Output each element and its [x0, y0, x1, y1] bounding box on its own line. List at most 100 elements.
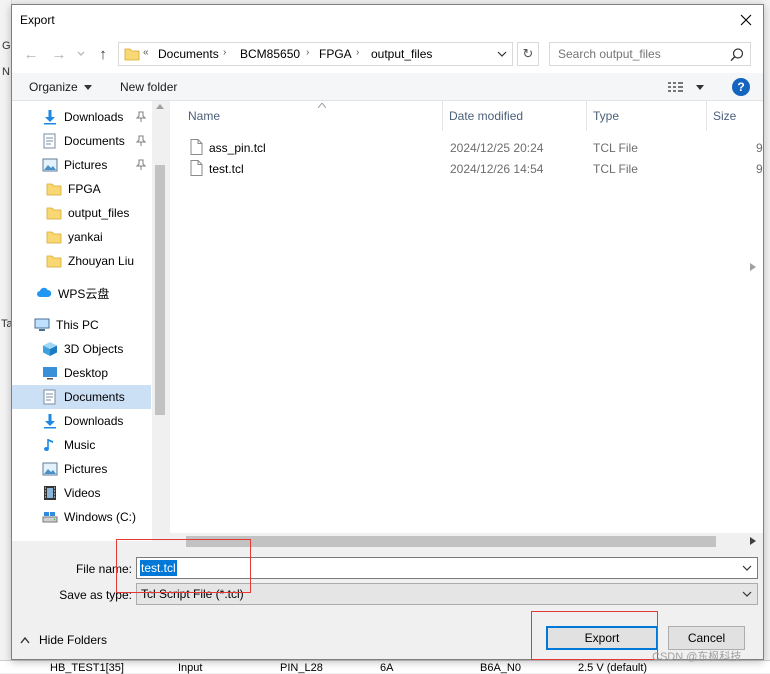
recent-locations-button[interactable] — [72, 45, 90, 63]
background-cell: 2.5 V (default) — [578, 662, 648, 674]
sidebar-item-label: Zhouyan Liu — [68, 254, 135, 268]
column-header-label: Date modified — [449, 109, 524, 123]
file-name: test.tcl — [209, 162, 244, 176]
sidebar-item-label: FPGA — [68, 182, 101, 196]
chevron-down-icon — [742, 591, 752, 597]
sidebar-item-label: Pictures — [64, 462, 108, 476]
help-icon[interactable]: ? — [732, 78, 750, 96]
organize-button[interactable]: Organize — [29, 80, 92, 94]
chevron-down-icon — [696, 84, 704, 90]
hide-folders-button[interactable]: Hide Folders — [20, 633, 107, 647]
sidebar-item-pictures[interactable]: Pictures — [12, 457, 151, 481]
breadcrumb-documents[interactable]: Documents — [158, 47, 219, 61]
address-bar[interactable]: « Documents › BCM85650 › FPGA › output_f… — [118, 42, 513, 66]
column-divider[interactable] — [586, 101, 587, 131]
sidebar-item-label: Documents — [64, 134, 125, 148]
column-header-name[interactable]: Name — [188, 101, 448, 131]
download-arrow-icon — [42, 413, 58, 429]
sidebar-item-music[interactable]: Music — [12, 433, 151, 457]
sidebar-item-yankai[interactable]: yankai — [12, 225, 151, 249]
refresh-icon: ↻ — [522, 46, 534, 61]
column-divider[interactable] — [706, 101, 707, 131]
sidebar-item-desktop[interactable]: Desktop — [12, 361, 151, 385]
sidebar-item-zhouyan-liu[interactable]: Zhouyan Liu — [12, 249, 151, 273]
hide-folders-label: Hide Folders — [39, 633, 108, 647]
back-button[interactable]: ← — [22, 45, 40, 63]
sidebar-item-3d-objects[interactable]: 3D Objects — [12, 337, 151, 361]
sidebar-item-downloads[interactable]: Downloads — [12, 409, 151, 433]
breadcrumb-bcm85650[interactable]: BCM85650 — [240, 47, 300, 61]
command-toolbar: Organize New folder ? — [12, 73, 763, 101]
new-folder-button[interactable]: New folder — [120, 80, 177, 94]
cube-icon — [42, 341, 58, 357]
file-row[interactable]: test.tcl 2024/12/26 14:54 TCL File 9 — [170, 158, 763, 179]
background-label: N — [2, 66, 10, 78]
horizontal-scrollbar-thumb[interactable] — [186, 536, 716, 547]
sidebar-item-output-files[interactable]: output_files — [12, 201, 151, 225]
search-icon[interactable] — [728, 46, 746, 64]
forward-button[interactable]: → — [50, 45, 68, 63]
scroll-up-icon[interactable] — [156, 104, 164, 109]
sidebar-item-documents[interactable]: Documents — [12, 385, 151, 409]
scroll-right-hint-icon — [750, 263, 756, 271]
pictures-icon — [42, 461, 58, 477]
column-divider[interactable] — [442, 101, 443, 131]
breadcrumb-fpga[interactable]: FPGA — [319, 47, 352, 61]
documents-icon — [42, 133, 58, 149]
chevron-up-icon — [20, 636, 30, 644]
chevron-down-icon[interactable] — [741, 562, 753, 574]
close-button[interactable] — [730, 5, 762, 35]
breadcrumb-output-files[interactable]: output_files — [371, 47, 432, 61]
sidebar-item-label: output_files — [68, 206, 130, 220]
view-options-button[interactable] — [668, 81, 704, 93]
search-box[interactable] — [549, 42, 751, 66]
annotation-box-export — [531, 611, 658, 660]
sidebar-item-label: Downloads — [64, 110, 124, 124]
file-size: 9 — [756, 141, 763, 155]
column-header-type[interactable]: Type — [593, 101, 703, 131]
file-list-horizontal-scrollbar[interactable] — [170, 533, 763, 550]
sidebar-item-windows-c-[interactable]: Windows (C:) — [12, 505, 151, 529]
background-cell: Input — [178, 662, 203, 674]
navigation-scrollbar-thumb[interactable] — [155, 165, 165, 415]
chevron-down-icon[interactable] — [497, 51, 507, 58]
refresh-button[interactable]: ↻ — [517, 42, 539, 66]
breadcrumb-separator-icon[interactable]: › — [223, 47, 226, 58]
documents-icon — [42, 389, 58, 405]
sidebar-item-downloads[interactable]: Downloads — [12, 105, 151, 129]
desktop-icon — [42, 365, 58, 381]
sidebar-item-videos[interactable]: Videos — [12, 481, 151, 505]
breadcrumb-overflow[interactable]: « — [143, 47, 149, 58]
sidebar-item-label: yankai — [68, 230, 103, 244]
search-input[interactable] — [556, 46, 726, 62]
sidebar-item-label: Desktop — [64, 366, 109, 380]
cancel-button[interactable]: Cancel — [668, 626, 745, 650]
column-header-size[interactable]: Size — [713, 101, 753, 131]
up-button[interactable]: ↑ — [94, 45, 112, 63]
download-arrow-icon — [42, 109, 58, 125]
column-header-date-modified[interactable]: Date modified — [449, 101, 589, 131]
breadcrumb-separator-icon[interactable]: › — [306, 47, 309, 58]
chevron-down-icon — [77, 51, 85, 56]
sidebar-item-wps云盘[interactable]: WPS云盘 — [12, 281, 151, 305]
folder-icon — [124, 48, 140, 61]
breadcrumb-separator-icon[interactable]: › — [356, 47, 359, 58]
scroll-right-icon[interactable] — [750, 537, 756, 545]
folder-icon — [46, 181, 62, 197]
folder-icon — [46, 205, 62, 221]
sidebar-item-documents[interactable]: Documents — [12, 129, 151, 153]
sidebar-item-label: WPS云盘 — [58, 286, 110, 301]
sidebar-item-label: Windows (C:) — [64, 510, 137, 524]
organize-label: Organize — [29, 80, 78, 94]
sidebar-item-pictures[interactable]: Pictures — [12, 153, 151, 177]
file-date: 2024/12/26 14:54 — [450, 162, 544, 176]
pin-icon — [135, 159, 147, 171]
file-row[interactable]: ass_pin.tcl 2024/12/25 20:24 TCL File 9 — [170, 137, 763, 158]
sidebar-item-label: Videos — [64, 486, 101, 500]
column-header-label: Name — [188, 109, 221, 123]
sidebar-item-fpga[interactable]: FPGA — [12, 177, 151, 201]
sidebar-item-this-pc[interactable]: This PC — [12, 313, 151, 337]
file-type: TCL File — [593, 141, 638, 155]
sidebar-item-label: Pictures — [64, 158, 108, 172]
title-bar: Export — [12, 5, 763, 35]
